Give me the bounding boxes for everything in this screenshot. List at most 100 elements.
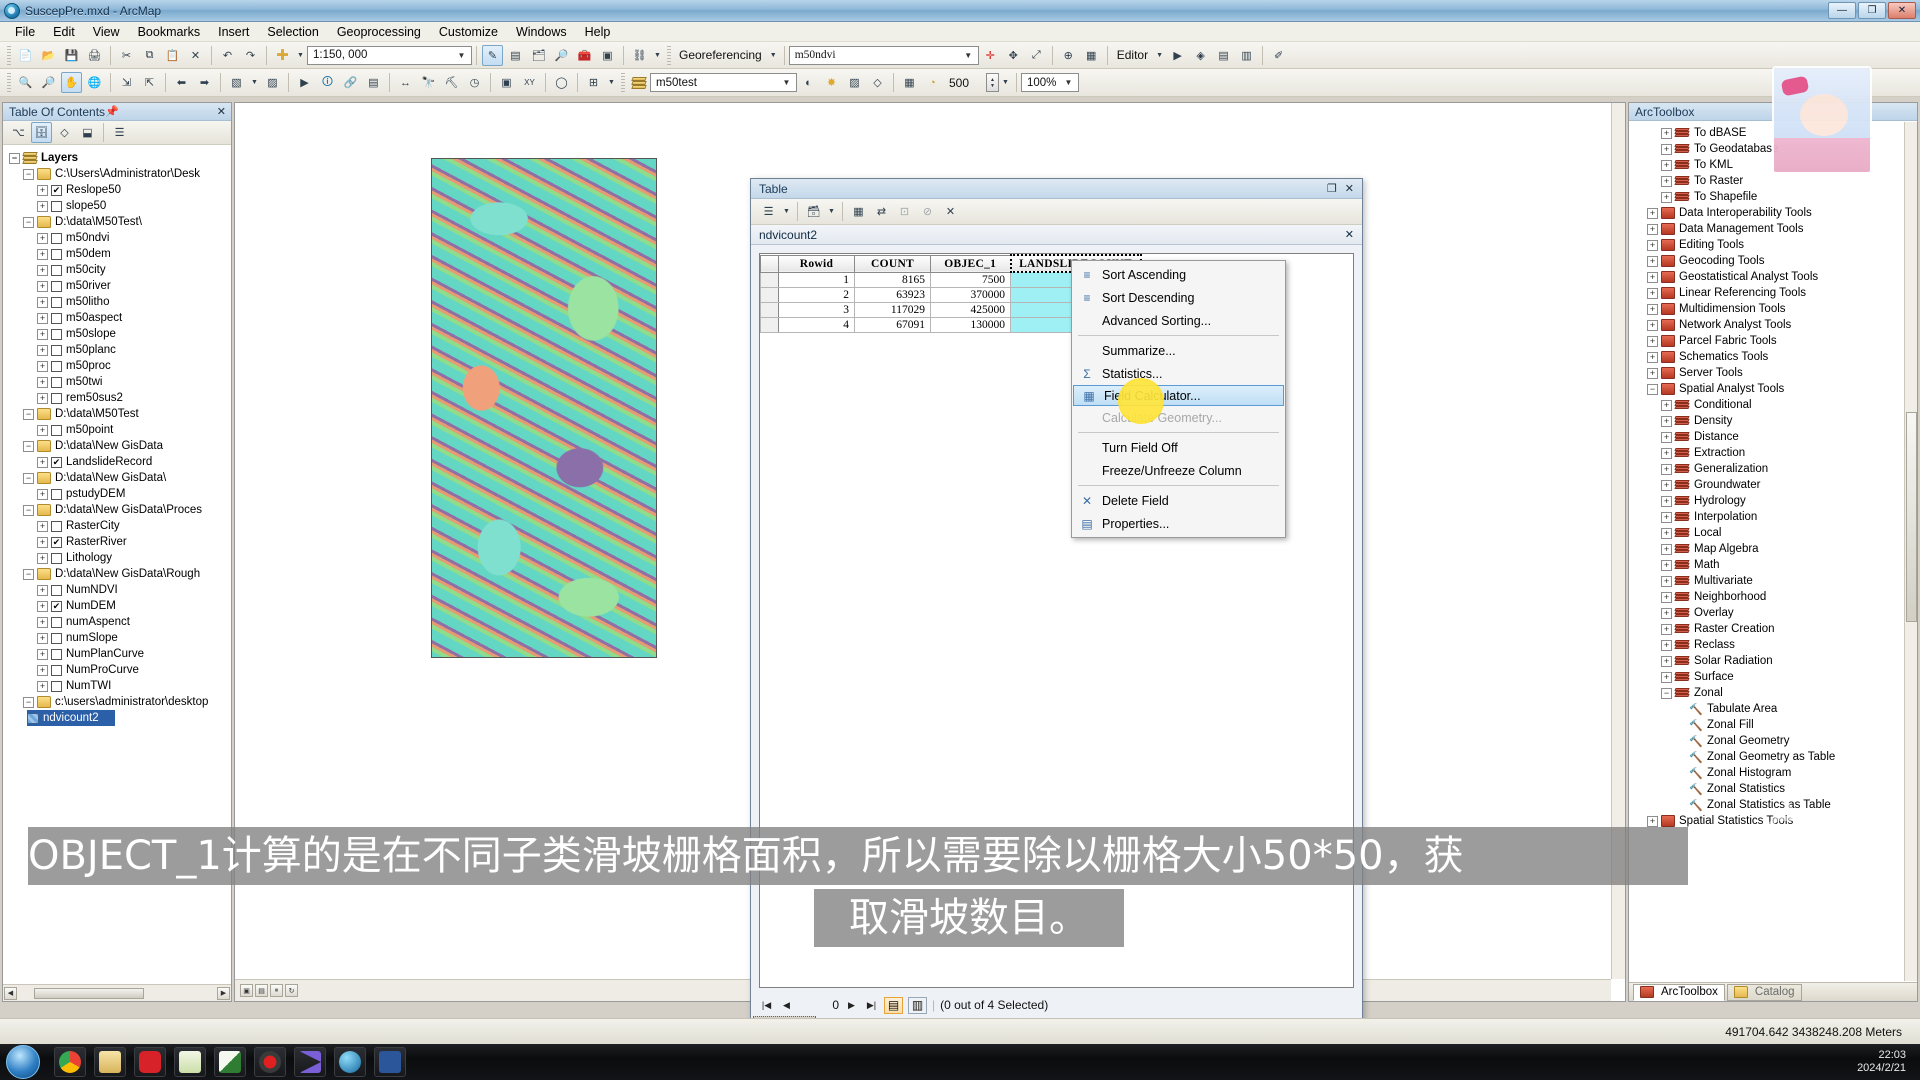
netease-music-icon[interactable] (134, 1047, 166, 1077)
toc-layer-numplancurve[interactable]: + NumPlanCurve (3, 646, 231, 662)
layer-visibility-checkbox[interactable] (51, 376, 62, 388)
collapse-icon[interactable]: − (9, 152, 20, 164)
toc-layer-landsliderecord[interactable]: + ✔ LandslideRecord (3, 454, 231, 470)
toc-options-icon[interactable]: ☰ (109, 122, 130, 143)
redo-icon[interactable]: ↷ (240, 45, 261, 66)
toc-layer-slope50[interactable]: + slope50 (3, 198, 231, 214)
menu-bookmarks[interactable]: Bookmarks (129, 23, 210, 41)
measure-icon[interactable]: ↔ (395, 72, 416, 93)
cut-icon[interactable]: ✂ (116, 45, 137, 66)
toc-layer-reslope50[interactable]: + ✔ Reslope50 (3, 182, 231, 198)
toolbox-item-distance[interactable]: + Distance (1629, 429, 1904, 445)
toolbox-item-zonal[interactable]: − Zonal (1629, 685, 1904, 701)
close-icon[interactable]: ✕ (217, 105, 231, 118)
layer-visibility-checkbox[interactable] (51, 296, 62, 308)
scale-icon[interactable]: ⤢ (1026, 45, 1047, 66)
paste-icon[interactable]: 📋 (162, 45, 183, 66)
collapse-icon[interactable]: − (1647, 383, 1658, 395)
pause-drawing-icon[interactable]: ⏸ (270, 984, 283, 997)
expand-icon[interactable]: + (1661, 159, 1672, 171)
notepad-plus-icon[interactable] (174, 1047, 206, 1077)
context-menu-item-advanced-sorting[interactable]: Advanced Sorting... (1072, 309, 1285, 332)
layer-visibility-checkbox[interactable] (51, 280, 62, 292)
context-menu-item-sort-descending[interactable]: ≡ Sort Descending (1072, 286, 1285, 309)
toolbox-item-geocoding-tools[interactable]: + Geocoding Tools (1629, 253, 1904, 269)
table-options-dropdown-icon[interactable]: ▼ (781, 201, 792, 222)
toc-layer-m50city[interactable]: + m50city (3, 262, 231, 278)
toolbox-item-map-algebra[interactable]: + Map Algebra (1629, 541, 1904, 557)
context-menu-item-freeze-unfreeze-column[interactable]: Freeze/Unfreeze Column (1072, 459, 1285, 482)
collapse-icon[interactable]: − (23, 472, 34, 484)
cell-rowid[interactable]: 2 (778, 286, 855, 303)
refresh-icon[interactable]: ↻ (285, 984, 298, 997)
toolbox-item-data-management-tools[interactable]: + Data Management Tools (1629, 221, 1904, 237)
toc-layer-rem50sus2[interactable]: + rem50sus2 (3, 390, 231, 406)
expand-icon[interactable]: + (37, 600, 48, 612)
expand-icon[interactable]: + (37, 648, 48, 660)
menu-customize[interactable]: Customize (430, 23, 507, 41)
toc-layer-numtwi[interactable]: + NumTWI (3, 678, 231, 694)
attributes-icon[interactable]: ▥ (1236, 45, 1257, 66)
toolbox-item-server-tools[interactable]: + Server Tools (1629, 365, 1904, 381)
context-menu-item-turn-field-off[interactable]: Turn Field Off (1072, 436, 1285, 459)
zoom-percent-combo[interactable]: 100% ▼ (1021, 73, 1079, 92)
expand-icon[interactable]: + (1661, 143, 1672, 155)
expand-icon[interactable]: + (37, 344, 48, 356)
expand-icon[interactable]: + (1661, 447, 1672, 459)
related-tables-icon[interactable]: 🗃 (803, 201, 824, 222)
toolbox-item-editing-tools[interactable]: + Editing Tools (1629, 237, 1904, 253)
cellsize-value[interactable]: 500 (944, 76, 986, 90)
expand-icon[interactable]: + (37, 360, 48, 372)
expand-icon[interactable]: + (37, 200, 48, 212)
toolbox-item-tabulate-area[interactable]: 🔨 Tabulate Area (1629, 701, 1904, 717)
georeferencing-menu-label[interactable]: Georeferencing (674, 48, 767, 62)
expand-icon[interactable]: + (37, 616, 48, 628)
layer-visibility-checkbox[interactable] (51, 360, 62, 372)
layer-visibility-checkbox[interactable] (51, 424, 62, 436)
windows-start-icon[interactable] (6, 1045, 40, 1079)
cell-count[interactable]: 67091 (854, 316, 931, 333)
zoom-out-icon[interactable]: 🔎 (38, 72, 59, 93)
toc-layer-m50aspect[interactable]: + m50aspect (3, 310, 231, 326)
toc-group-25[interactable]: − D:\data\New GisData\Rough (3, 566, 231, 582)
pan-icon[interactable]: ✋ (61, 72, 82, 93)
toc-layer-rasterriver[interactable]: + ✔ RasterRiver (3, 534, 231, 550)
toolbox-item-schematics-tools[interactable]: + Schematics Tools (1629, 349, 1904, 365)
go-forward-extent-icon[interactable]: ➡ (194, 72, 215, 93)
row-selector-cell[interactable] (760, 301, 779, 318)
layer-visibility-checkbox[interactable] (51, 488, 62, 500)
toolbox-item-reclass[interactable]: + Reclass (1629, 637, 1904, 653)
expand-icon[interactable]: + (1661, 639, 1672, 651)
expand-icon[interactable]: + (1661, 671, 1672, 683)
select-features-icon[interactable]: ▧ (226, 72, 247, 93)
expand-icon[interactable]: + (1661, 623, 1672, 635)
expand-icon[interactable]: + (37, 584, 48, 596)
toolbar-overflow-icon[interactable]: ▼ (652, 45, 663, 66)
record-number-field[interactable]: 0 (799, 998, 839, 1012)
toc-layer-numaspenct[interactable]: + numAspenct (3, 614, 231, 630)
find-route-icon[interactable]: ⛏ (441, 72, 462, 93)
sketch-tool-icon[interactable]: ✐ (1268, 45, 1289, 66)
row-selector-cell[interactable] (760, 271, 779, 288)
zoom-to-selected-icon[interactable]: ⊡ (894, 201, 915, 222)
toolbox-item-zonal-statistics-as-table[interactable]: 🔨 Zonal Statistics as Table (1629, 797, 1904, 813)
row-selector-cell[interactable] (760, 316, 779, 333)
expand-icon[interactable]: + (37, 264, 48, 276)
toc-group-0[interactable]: − C:\Users\Administrator\Desk (3, 166, 231, 182)
toc-layer-numdem[interactable]: + ✔ NumDEM (3, 598, 231, 614)
shift-icon[interactable]: ✥ (1003, 45, 1024, 66)
undo-icon[interactable]: ↶ (217, 45, 238, 66)
print-icon[interactable]: 🖨 (84, 45, 105, 66)
cell-rowid[interactable]: 1 (778, 271, 855, 288)
arctoolbox-icon[interactable]: 🧰 (574, 45, 595, 66)
toolbox-item-zonal-histogram[interactable]: 🔨 Zonal Histogram (1629, 765, 1904, 781)
media-player-icon[interactable] (294, 1047, 326, 1077)
pin-icon[interactable]: 📌 (105, 105, 125, 118)
overview-window-icon[interactable]: ◯ (551, 72, 572, 93)
hyperlink-icon[interactable]: 🔗 (340, 72, 361, 93)
toc-layer-m50point[interactable]: + m50point (3, 422, 231, 438)
layer-visibility-checkbox[interactable] (51, 232, 62, 244)
expand-icon[interactable]: + (1647, 815, 1658, 827)
toc-group-33[interactable]: − c:\users\administrator\desktop (3, 694, 231, 710)
expand-icon[interactable]: + (37, 312, 48, 324)
